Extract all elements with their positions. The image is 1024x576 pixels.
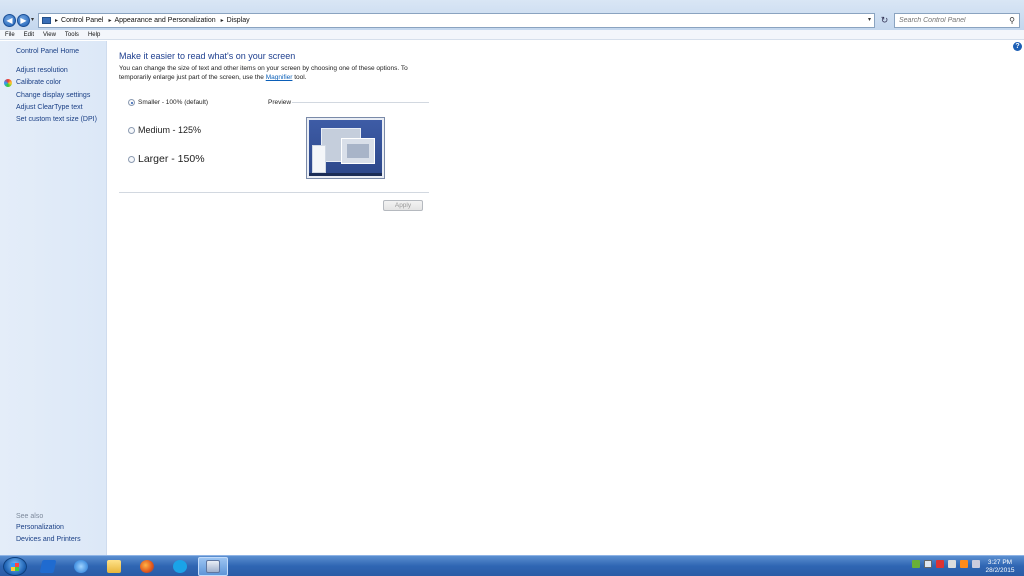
address-bar[interactable]: ▸ Control Panel ▸ Appearance and Personali… [38,13,875,28]
preview-screen [309,120,382,176]
option-larger-label[interactable]: Larger - 150% [138,153,205,165]
system-tray [912,560,984,568]
sidebar-calibrate-color[interactable]: Calibrate color [16,79,61,86]
preview-taskbar [309,173,382,176]
menu-view[interactable]: View [43,32,56,38]
menu-file[interactable]: File [5,32,15,38]
breadcrumb-control-panel[interactable]: ▸ Control Panel [55,17,103,24]
option-smaller[interactable]: Smaller - 100% (default) [128,99,208,106]
radio-smaller[interactable] [128,99,135,106]
taskbar-firefox[interactable] [132,557,162,576]
page-description: You can change the size of text and othe… [119,64,419,82]
taskbar: 3:27 PM 28/2/2015 [0,555,1024,576]
see-also-heading: See also [16,513,44,520]
breadcrumb-arrow-icon[interactable]: ▸ [55,17,58,24]
menu-help[interactable]: Help [88,32,100,38]
description-text: You can change the size of text and othe… [119,65,408,81]
page-title: Make it easier to read what's on your sc… [119,51,296,61]
skype-icon [173,560,187,573]
internet-explorer-icon [74,560,88,573]
breadcrumb-arrow-icon[interactable]: ▸ [108,17,111,24]
forward-button[interactable]: ▶ [17,14,30,27]
radio-larger[interactable] [128,155,135,163]
option-medium-label[interactable]: Medium - 125% [138,125,201,135]
sidebar-custom-text-size[interactable]: Set custom text size (DPI) [16,116,97,123]
breadcrumb-label[interactable]: Control Panel [61,17,103,24]
nvidia-icon[interactable] [912,560,920,568]
start-button[interactable] [3,557,27,576]
breadcrumb-appearance[interactable]: ▸ Appearance and Personalization [108,17,215,24]
taskbar-control-panel[interactable] [198,557,228,576]
calibrate-color-icon [4,79,12,87]
option-medium[interactable]: Medium - 125% [128,125,201,135]
radio-medium[interactable] [128,126,135,134]
address-dropdown-icon[interactable]: ▾ [868,16,871,23]
preview-image [306,117,385,179]
usb-icon[interactable] [948,560,956,568]
preview-label: Preview [268,99,292,106]
help-icon[interactable]: ? [1013,42,1022,51]
search-input[interactable] [899,17,1004,24]
sidebar-adjust-resolution[interactable]: Adjust resolution [16,67,68,74]
address-bar-area: ◀ ▶ ▾ ▸ Control Panel ▸ Appearance and Per… [0,0,1024,30]
option-larger[interactable]: Larger - 150% [128,153,205,165]
firefox-icon [140,560,154,573]
sidebar: Control Panel Home Adjust resolution Cal… [0,41,107,555]
volume-icon[interactable] [972,560,980,568]
app-tray-icon[interactable] [960,560,968,568]
menu-tools[interactable]: Tools [65,32,79,38]
main-panel: ? Make it easier to read what's on your … [108,41,1024,555]
sidebar-control-panel-home[interactable]: Control Panel Home [16,48,79,55]
taskbar-explorer[interactable] [99,557,129,576]
network-icon[interactable] [924,560,932,568]
magnifier-link[interactable]: Magnifier [266,74,293,81]
taskbar-powershell[interactable] [33,557,63,576]
clock-time: 3:27 PM [987,559,1013,566]
sidebar-devices-printers[interactable]: Devices and Printers [16,536,81,543]
breadcrumb-arrow-icon[interactable]: ▸ [221,17,224,24]
sidebar-adjust-cleartype[interactable]: Adjust ClearType text [16,104,83,111]
sidebar-change-display-settings[interactable]: Change display settings [16,92,90,99]
breadcrumb-label[interactable]: Appearance and Personalization [114,17,215,24]
option-smaller-label[interactable]: Smaller - 100% (default) [138,99,208,106]
search-box[interactable]: ⚲ [894,13,1020,28]
preview-sidebar [312,145,326,173]
sidebar-personalization[interactable]: Personalization [16,524,64,531]
search-icon[interactable]: ⚲ [1009,16,1015,25]
menu-edit[interactable]: Edit [24,32,34,38]
refresh-icon[interactable]: ↻ [878,14,891,27]
control-panel-icon [206,560,220,573]
section-divider [119,192,429,193]
preview-divider [292,102,429,103]
taskbar-skype[interactable] [165,557,195,576]
powershell-icon [39,560,57,573]
clock[interactable]: 3:27 PM 28/2/2015 [980,559,1020,575]
description-text-end: tool. [294,74,307,81]
menu-bar: File Edit View Tools Help [0,30,1024,40]
folder-icon [107,560,121,573]
recent-pages-dropdown-icon[interactable]: ▾ [31,16,34,23]
taskbar-internet-explorer[interactable] [66,557,96,576]
action-center-flag-icon[interactable] [936,560,944,568]
control-panel-icon [42,17,51,24]
clock-date: 28/2/2015 [985,567,1015,574]
preview-window [347,144,369,158]
breadcrumb-display[interactable]: ▸ Display [221,17,250,24]
breadcrumb-label[interactable]: Display [227,17,250,24]
back-button[interactable]: ◀ [3,14,16,27]
apply-button[interactable]: Apply [383,200,423,211]
